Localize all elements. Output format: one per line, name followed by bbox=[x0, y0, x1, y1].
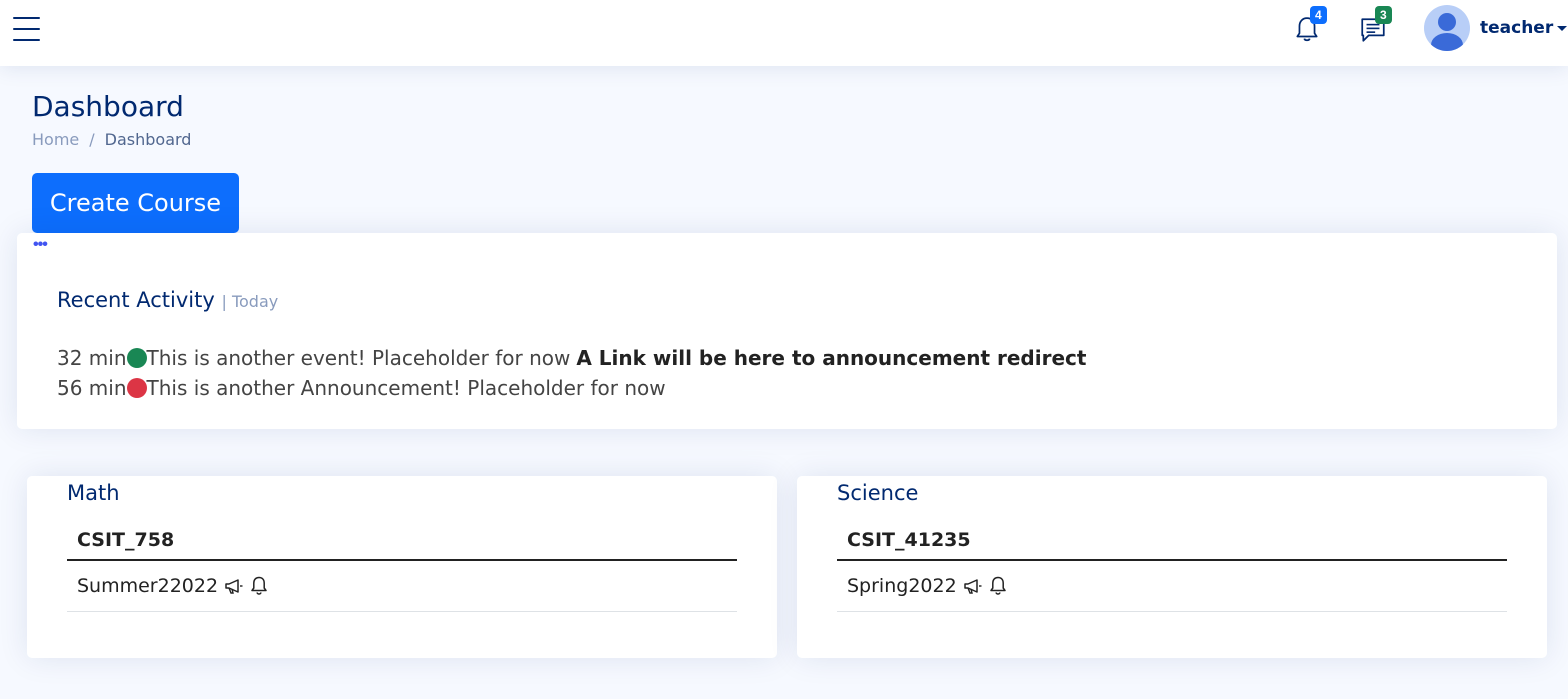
messages-button[interactable]: 3 bbox=[1353, 6, 1393, 52]
recent-activity-card: ••• Recent Activity | Today 32 min This … bbox=[17, 233, 1557, 429]
notifications-count-badge: 4 bbox=[1310, 6, 1327, 24]
course-title: Math bbox=[67, 481, 120, 505]
activity-text: This is another Announcement! Placeholde… bbox=[146, 376, 666, 400]
activity-time: 32 min bbox=[57, 346, 127, 370]
breadcrumb-current: Dashboard bbox=[104, 130, 192, 149]
menu-toggle-icon[interactable] bbox=[13, 16, 41, 42]
top-header: 4 3 teacher bbox=[0, 0, 1568, 66]
card-subtitle: | Today bbox=[221, 292, 279, 311]
avatar bbox=[1424, 5, 1470, 51]
bell-icon[interactable] bbox=[250, 576, 268, 596]
breadcrumb-separator: / bbox=[89, 130, 95, 149]
messages-count-badge: 3 bbox=[1375, 6, 1392, 24]
course-card-math: Math CSIT_758 Summer22022 bbox=[27, 476, 777, 658]
profile-name: teacher bbox=[1480, 18, 1554, 38]
megaphone-icon[interactable] bbox=[224, 577, 244, 595]
activity-item: 56 min This is another Announcement! Pla… bbox=[57, 376, 666, 400]
course-code-header: CSIT_758 bbox=[67, 520, 737, 561]
breadcrumb-home-link[interactable]: Home bbox=[32, 130, 79, 149]
notifications-button[interactable]: 4 bbox=[1288, 6, 1328, 52]
course-table: CSIT_41235 Spring2022 bbox=[837, 520, 1507, 612]
activity-item: 32 min This is another event! Placeholde… bbox=[57, 346, 1086, 370]
course-table: CSIT_758 Summer22022 bbox=[67, 520, 737, 612]
breadcrumb: Home / Dashboard bbox=[32, 130, 191, 149]
activity-status-dot-icon bbox=[126, 348, 147, 368]
activity-text: This is another event! Placeholder for n… bbox=[146, 346, 571, 370]
course-code-header: CSIT_41235 bbox=[837, 520, 1507, 561]
profile-dropdown[interactable]: teacher bbox=[1424, 5, 1568, 51]
table-row: Summer22022 bbox=[67, 561, 737, 612]
person-icon bbox=[1438, 13, 1456, 31]
more-options-icon[interactable]: ••• bbox=[33, 237, 48, 253]
megaphone-icon[interactable] bbox=[963, 577, 983, 595]
announcement-link[interactable]: A Link will be here to announcement redi… bbox=[576, 346, 1086, 370]
activity-status-dot-icon bbox=[126, 378, 147, 398]
course-term[interactable]: Spring2022 bbox=[847, 575, 957, 597]
create-course-button[interactable]: Create Course bbox=[32, 173, 239, 233]
course-term[interactable]: Summer22022 bbox=[77, 575, 218, 597]
activity-time: 56 min bbox=[57, 376, 127, 400]
page-title: Dashboard bbox=[32, 90, 184, 123]
table-row: Spring2022 bbox=[837, 561, 1507, 612]
recent-activity-title: Recent Activity | Today bbox=[57, 288, 278, 312]
course-card-science: Science CSIT_41235 Spring2022 bbox=[797, 476, 1547, 658]
course-title: Science bbox=[837, 481, 919, 505]
card-title-text: Recent Activity bbox=[57, 288, 215, 312]
bell-icon[interactable] bbox=[989, 576, 1007, 596]
chevron-down-icon bbox=[1557, 25, 1568, 31]
